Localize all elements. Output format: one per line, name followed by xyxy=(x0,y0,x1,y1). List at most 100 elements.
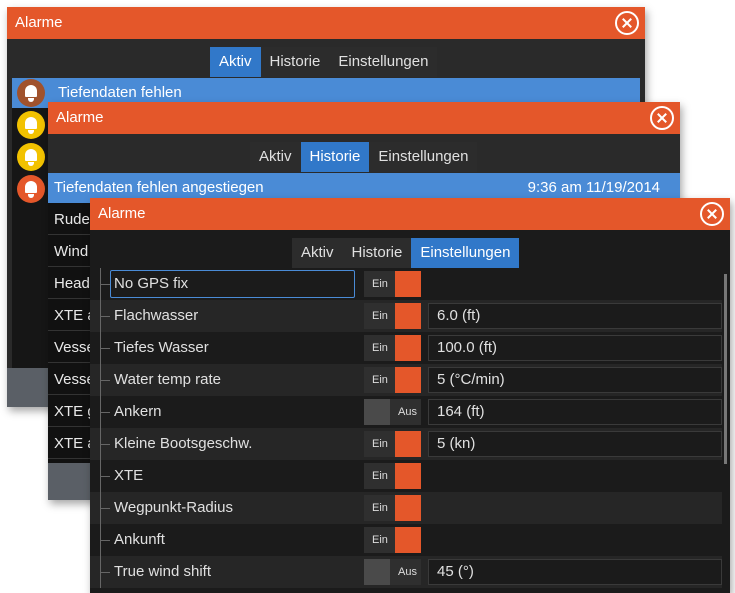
history-row[interactable]: XTE g xyxy=(48,396,92,427)
threshold-field[interactable]: 164 (ft) xyxy=(428,399,722,425)
toggle-label: Ein xyxy=(372,502,388,514)
toggle-knob xyxy=(395,495,421,521)
alarm-toggle[interactable]: Ein xyxy=(364,303,421,329)
tab-historie[interactable]: Historie xyxy=(261,47,330,77)
window-title: Alarme xyxy=(56,109,104,126)
setting-row[interactable]: Flachwasser Ein 6.0 (ft) xyxy=(90,300,722,332)
setting-row[interactable]: Kleine Bootsgeschw. Ein 5 (kn) xyxy=(90,428,722,460)
alarm-toggle[interactable]: Ein xyxy=(364,495,421,521)
setting-row[interactable]: Water temp rate Ein 5 (°C/min) xyxy=(90,364,722,396)
toggle-label: Ein xyxy=(372,310,388,322)
title-bar: Alarme xyxy=(7,7,645,39)
threshold-field[interactable]: 6.0 (ft) xyxy=(428,303,722,329)
toggle-knob xyxy=(364,559,390,585)
toggle-label: Aus xyxy=(398,566,417,578)
tab-aktiv[interactable]: Aktiv xyxy=(250,142,301,172)
toggle-knob xyxy=(395,463,421,489)
toggle-label: Aus xyxy=(398,406,417,418)
tree-line xyxy=(100,444,110,445)
bell-icon xyxy=(17,143,45,171)
setting-row[interactable]: No GPS fix Ein xyxy=(90,268,722,300)
alarm-toggle[interactable]: Ein xyxy=(364,431,421,457)
setting-row[interactable]: Tiefes Wasser Ein 100.0 (ft) xyxy=(90,332,722,364)
alarm-toggle[interactable]: Ein xyxy=(364,271,421,297)
toggle-label: Ein xyxy=(372,278,388,290)
tree-line xyxy=(100,572,110,573)
toggle-knob xyxy=(395,271,421,297)
tab-einstellungen[interactable]: Einstellungen xyxy=(411,238,520,268)
setting-name: No GPS fix xyxy=(114,275,189,292)
bell-icon xyxy=(17,111,45,139)
history-row[interactable]: Vesse xyxy=(48,332,92,363)
scrollbar[interactable] xyxy=(724,274,727,464)
bell-icon xyxy=(17,79,45,107)
setting-name: Ankern xyxy=(114,403,162,420)
tab-historie[interactable]: Historie xyxy=(300,142,370,172)
tab-einstellungen[interactable]: Einstellungen xyxy=(369,142,477,172)
alarm-toggle[interactable]: Aus xyxy=(364,559,421,585)
threshold-field[interactable]: 5 (kn) xyxy=(428,431,722,457)
tree-line xyxy=(100,540,110,541)
toggle-knob xyxy=(395,303,421,329)
setting-name: Kleine Bootsgeschw. xyxy=(114,435,253,452)
title-bar: Alarme xyxy=(90,198,730,230)
setting-name: XTE xyxy=(114,467,144,484)
history-row[interactable]: XTE a xyxy=(48,428,92,459)
toggle-label: Ein xyxy=(372,534,388,546)
tab-aktiv[interactable]: Aktiv xyxy=(210,47,261,77)
toggle-label: Ein xyxy=(372,374,388,386)
setting-name: Wegpunkt-Radius xyxy=(114,499,233,516)
toggle-knob xyxy=(395,431,421,457)
setting-row[interactable]: Ankunft Ein xyxy=(90,524,722,556)
setting-row[interactable]: XTE Ein xyxy=(90,460,722,492)
close-icon[interactable] xyxy=(650,106,674,130)
toggle-label: Ein xyxy=(372,342,388,354)
toggle-knob xyxy=(395,527,421,553)
toggle-label: Ein xyxy=(372,470,388,482)
tab-bar: Aktiv Historie Einstellungen xyxy=(292,238,520,268)
history-item-text: Tiefendaten fehlen angestiegen xyxy=(54,179,264,196)
tree-line xyxy=(100,412,110,413)
toggle-knob xyxy=(395,367,421,393)
tree-line xyxy=(100,284,110,285)
alarm-toggle[interactable]: Aus xyxy=(364,399,421,425)
setting-name: Tiefes Wasser xyxy=(114,339,209,356)
toggle-label: Ein xyxy=(372,438,388,450)
threshold-field[interactable]: 5 (°C/min) xyxy=(428,367,722,393)
history-row[interactable]: Head xyxy=(48,268,92,299)
tab-bar: Aktiv Historie Einstellungen xyxy=(210,47,438,77)
history-row[interactable]: Wind xyxy=(48,236,92,267)
tree-line xyxy=(100,316,110,317)
tree-line xyxy=(100,380,110,381)
setting-name: Water temp rate xyxy=(114,371,221,388)
title-bar: Alarme xyxy=(48,102,680,134)
alarms-window-settings: Alarme Aktiv Historie Einstellungen No G… xyxy=(90,198,730,593)
window-title: Alarme xyxy=(98,205,146,222)
setting-row[interactable]: Wegpunkt-Radius Ein xyxy=(90,492,722,524)
tab-historie[interactable]: Historie xyxy=(343,238,412,268)
history-row[interactable]: Vesse xyxy=(48,364,92,395)
alarm-toggle[interactable]: Ein xyxy=(364,527,421,553)
tree-line xyxy=(100,476,110,477)
setting-row[interactable]: Ankern Aus 164 (ft) xyxy=(90,396,722,428)
toggle-knob xyxy=(395,335,421,361)
setting-row[interactable]: True wind shift Aus 45 (°) xyxy=(90,556,722,588)
bell-icon xyxy=(17,175,45,203)
window-title: Alarme xyxy=(15,14,63,31)
toggle-knob xyxy=(364,399,390,425)
alarm-toggle[interactable]: Ein xyxy=(364,335,421,361)
history-row[interactable]: XTE a xyxy=(48,300,92,331)
close-icon[interactable] xyxy=(700,202,724,226)
setting-name: True wind shift xyxy=(114,563,211,580)
close-icon[interactable] xyxy=(615,11,639,35)
tree-line xyxy=(100,508,110,509)
threshold-field[interactable]: 45 (°) xyxy=(428,559,722,585)
threshold-field[interactable]: 100.0 (ft) xyxy=(428,335,722,361)
tab-aktiv[interactable]: Aktiv xyxy=(292,238,343,268)
alarm-toggle[interactable]: Ein xyxy=(364,463,421,489)
alarm-toggle[interactable]: Ein xyxy=(364,367,421,393)
tab-bar: Aktiv Historie Einstellungen xyxy=(250,142,478,172)
tab-einstellungen[interactable]: Einstellungen xyxy=(329,47,437,77)
history-row[interactable]: Rude xyxy=(48,204,92,235)
tree-line xyxy=(100,348,110,349)
